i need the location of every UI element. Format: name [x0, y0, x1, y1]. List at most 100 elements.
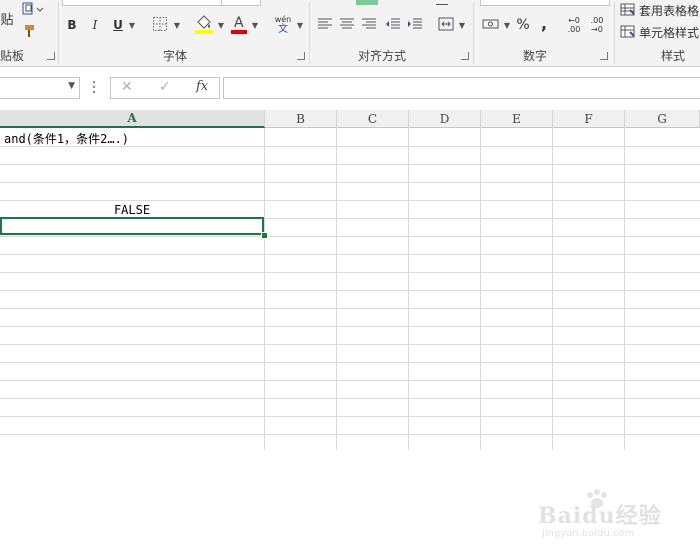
name-box[interactable]: ▼ [0, 77, 80, 99]
gridline [0, 362, 700, 363]
borders-dropdown-icon[interactable]: ▼ [172, 18, 182, 32]
format-painter-icon[interactable] [20, 22, 42, 40]
fill-handle[interactable] [261, 232, 268, 239]
formula-input[interactable] [223, 77, 700, 99]
accounting-dropdown-icon[interactable]: ▼ [502, 18, 512, 32]
column-header-f[interactable]: F [553, 110, 625, 128]
merge-dropdown-icon[interactable]: ▼ [457, 18, 467, 32]
insert-function-button[interactable]: fx [196, 79, 208, 94]
styles-group-label: 样式 [661, 49, 686, 63]
column-header-d[interactable]: D [409, 110, 481, 128]
fill-color-dropdown-icon[interactable]: ▼ [216, 18, 226, 32]
baidu-jingyan-watermark: Baidu经验 jingyan.baidu.com [538, 488, 688, 550]
gridline [0, 236, 700, 237]
gridline [0, 398, 700, 399]
borders-icon[interactable] [150, 14, 170, 34]
align-center-icon[interactable] [337, 14, 357, 34]
number-format-combo[interactable] [480, 0, 610, 6]
font-color-dropdown-icon[interactable]: ▼ [250, 18, 260, 32]
phonetic-bottom-label: 文 [278, 24, 288, 35]
column-header-e[interactable]: E [481, 110, 553, 128]
increase-indent-icon[interactable] [405, 14, 425, 34]
ribbon-separator [473, 2, 474, 64]
column-header-g[interactable]: G [625, 110, 700, 128]
format-as-table-button[interactable]: 套用表格格 [620, 0, 700, 20]
underline-button[interactable]: U [110, 15, 126, 35]
top-align-highlight[interactable] [356, 0, 378, 5]
paste-label[interactable]: 贴 [0, 10, 14, 28]
watermark-url: jingyan.baidu.com [542, 528, 635, 539]
gridline [0, 254, 700, 255]
font-color-icon[interactable]: A [229, 12, 249, 36]
cell-a1[interactable]: and(条件1，条件2….) [4, 130, 129, 147]
cell-styles-icon [620, 25, 635, 38]
increase-decimal-top: ←0 [568, 16, 580, 25]
align-right-icon[interactable] [359, 14, 379, 34]
alignment-launcher-icon[interactable] [461, 52, 469, 60]
comma-button[interactable]: , [537, 12, 551, 34]
gridline [0, 200, 700, 201]
ribbon-separator [58, 2, 59, 64]
gridline [0, 344, 700, 345]
alignment-group-label: 对齐方式 [358, 49, 407, 63]
decrease-decimal-bottom: →0 [591, 25, 603, 34]
gridline [0, 308, 700, 309]
gridline [408, 128, 409, 450]
increase-decimal-bottom: .00 [567, 25, 581, 34]
column-header-b[interactable]: B [265, 110, 337, 128]
gridline [0, 182, 700, 183]
increase-decimal-button[interactable]: ←0 .00 [563, 13, 585, 37]
gridline [0, 434, 700, 435]
bold-button[interactable]: B [63, 15, 81, 35]
number-launcher-icon[interactable] [600, 52, 608, 60]
table-format-icon [620, 3, 635, 16]
italic-button[interactable]: I [86, 15, 104, 35]
cell-a5[interactable]: FALSE [0, 203, 264, 217]
gridline [0, 416, 700, 417]
svg-text:A: A [234, 15, 244, 31]
ribbon-separator [614, 2, 615, 64]
gridline [0, 290, 700, 291]
column-header-a[interactable]: A [0, 110, 265, 128]
fill-color-icon[interactable] [193, 12, 215, 36]
ribbon-separator [309, 2, 310, 64]
decrease-indent-icon[interactable] [383, 14, 403, 34]
enter-icon[interactable]: ✓ [159, 79, 171, 95]
formula-bar-grip-icon[interactable] [93, 81, 96, 93]
phonetic-dropdown-icon[interactable]: ▼ [295, 18, 305, 32]
cell-styles-button[interactable]: 单元格样式 [620, 22, 700, 42]
accounting-format-icon[interactable] [481, 14, 501, 34]
font-name-combo[interactable] [62, 0, 222, 6]
gridline [0, 326, 700, 327]
formula-bar: ▼ ✕ ✓ fx [0, 74, 700, 102]
decrease-decimal-top: .00 [590, 16, 604, 25]
clipboard-group-label: 贴板 [0, 49, 25, 63]
name-box-dropdown-icon[interactable]: ▼ [68, 81, 75, 91]
font-group-label: 字体 [163, 49, 188, 63]
clipboard-launcher-icon[interactable] [47, 52, 55, 60]
decrease-decimal-button[interactable]: .00 →0 [586, 13, 608, 37]
number-group-label: 数字 [523, 49, 548, 63]
gridline [0, 272, 700, 273]
underline-dropdown-icon[interactable]: ▼ [127, 18, 137, 32]
font-size-combo[interactable] [221, 0, 261, 6]
clipboard-copy-icon[interactable] [18, 1, 50, 17]
percent-button[interactable]: % [514, 14, 532, 36]
gridline [480, 128, 481, 450]
cell-styles-label: 单元格样式 [639, 25, 700, 40]
worksheet-grid[interactable]: A B C D E F G and(条件1，条件2….) FALSE Baidu… [0, 110, 700, 539]
align-left-icon[interactable] [315, 14, 335, 34]
phonetic-guide-button[interactable]: wén 文 [271, 13, 295, 37]
merge-center-icon[interactable] [436, 14, 456, 34]
active-cell-selection[interactable] [0, 217, 264, 235]
cancel-icon[interactable]: ✕ [121, 79, 133, 95]
column-header-c[interactable]: C [337, 110, 409, 128]
font-launcher-icon[interactable] [297, 52, 305, 60]
watermark-text: Baidu经验 [538, 503, 662, 529]
gridline [552, 128, 553, 450]
top-align-icon[interactable] [434, 0, 450, 5]
gridline [336, 128, 337, 450]
formula-buttons: ✕ ✓ fx [110, 77, 220, 99]
gridline [264, 128, 265, 450]
gridline [624, 128, 625, 450]
